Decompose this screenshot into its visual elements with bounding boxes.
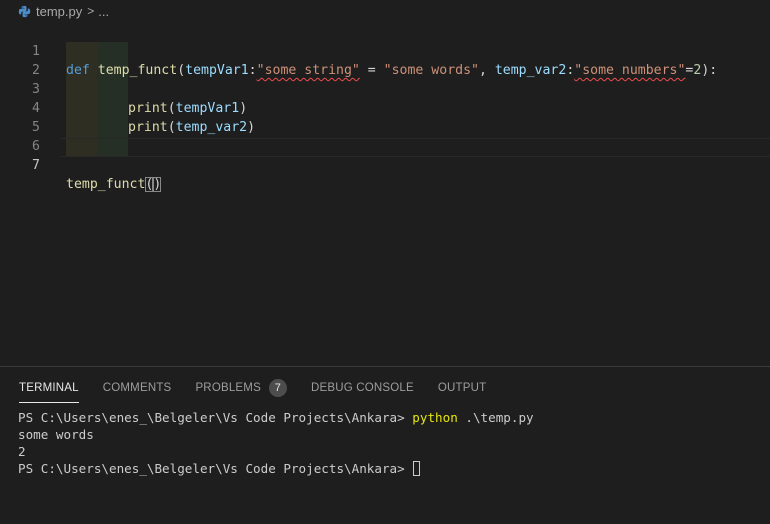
code-line[interactable]: 3 print(tempVar1) <box>0 61 770 116</box>
tab-label: DEBUG CONSOLE <box>310 382 414 394</box>
terminal-output: some words <box>18 427 94 442</box>
tab-label: PROBLEMS <box>195 382 261 394</box>
code-line[interactable]: 5 <box>0 99 770 135</box>
terminal-cursor <box>413 461 421 476</box>
terminal-line[interactable]: PS C:\Users\enes_\Belgeler\Vs Code Proje… <box>18 409 534 426</box>
tab-terminal[interactable]: TERMINAL <box>19 373 79 403</box>
function-call: temp_funct <box>66 177 146 192</box>
tab-debug-console[interactable]: DEBUG CONSOLE <box>311 373 414 403</box>
chevron-right-icon: > <box>87 4 95 18</box>
tab-output[interactable]: OUTPUT <box>438 373 486 403</box>
python-icon <box>18 5 31 17</box>
problems-count-badge: 7 <box>268 379 287 397</box>
tab-comments[interactable]: COMMENTS <box>103 373 172 403</box>
tab-label: COMMENTS <box>102 382 172 394</box>
breadcrumb: temp.py > ... <box>0 0 770 22</box>
panel-tabs: TERMINAL COMMENTS PROBLEMS 7 DEBUG CONSOL… <box>0 373 510 403</box>
terminal-command-args: .\temp.py <box>457 410 534 425</box>
terminal-command: python <box>412 410 458 425</box>
tab-problems[interactable]: PROBLEMS 7 <box>195 373 287 403</box>
code-line[interactable]: 4 print(temp_var2) <box>0 80 770 135</box>
terminal-prompt: PS C:\Users\enes_\Belgeler\Vs Code Proje… <box>18 461 413 476</box>
code-line[interactable]: 2 <box>0 42 770 78</box>
bottom-panel: TERMINAL COMMENTS PROBLEMS 7 DEBUG CONSOL… <box>0 366 770 524</box>
tab-label: OUTPUT <box>437 382 487 394</box>
terminal-line[interactable]: PS C:\Users\enes_\Belgeler\Vs Code Proje… <box>18 460 421 477</box>
code-editor[interactable]: 1 def temp_funct(tempVar1:"some string" … <box>0 22 770 366</box>
terminal-output: 2 <box>18 444 26 459</box>
terminal-prompt: PS C:\Users\enes_\Belgeler\Vs Code Proje… <box>18 410 413 425</box>
code-line[interactable]: 1 def temp_funct(tempVar1:"some string" … <box>0 23 770 78</box>
breadcrumb-more[interactable]: ... <box>98 4 109 19</box>
code-text[interactable]: temp_funct() <box>66 175 162 194</box>
tab-label: TERMINAL <box>19 382 79 394</box>
line-number: 7 <box>32 158 40 173</box>
matched-bracket: ) <box>153 177 162 192</box>
breadcrumb-file[interactable]: temp.py <box>36 4 82 19</box>
code-line[interactable]: 6 <box>0 118 770 154</box>
code-line-active[interactable]: 7 temp_funct() <box>0 137 770 192</box>
